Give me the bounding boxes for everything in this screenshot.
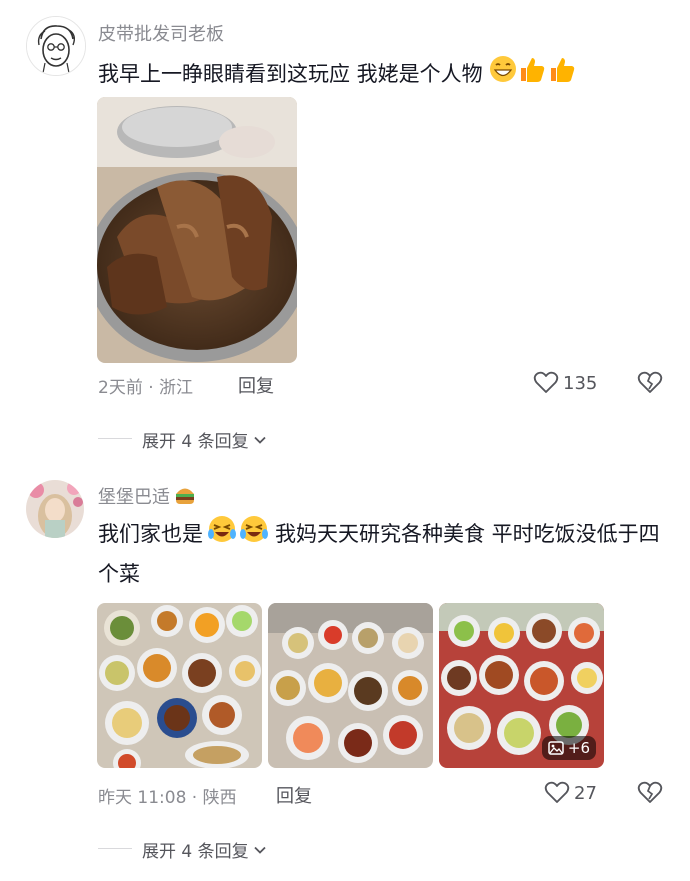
dislike-button[interactable] (637, 371, 663, 399)
comment-text-body: 我早上一睁眼睛看到这玩应 我姥是个人物 (98, 62, 483, 86)
like-count: 27 (574, 782, 597, 804)
heart-outline-icon (533, 371, 559, 393)
username[interactable]: 皮带批发司老板 (98, 20, 224, 46)
expand-replies-button[interactable]: 展开 4 条回复 (142, 837, 268, 862)
image-icon (548, 741, 564, 755)
like-button[interactable]: 27 (544, 781, 597, 805)
dislike-button[interactable] (637, 781, 663, 809)
like-button[interactable]: 135 (533, 371, 597, 395)
dishes-table-photo (268, 603, 433, 768)
more-images-badge[interactable]: +6 (541, 736, 596, 760)
grin-emoji-icon (489, 55, 517, 95)
timestamp-location: 昨天 11:08 · 陕西 (98, 788, 237, 808)
avatar[interactable] (26, 480, 84, 538)
timestamp-location: 2天前 · 浙江 (98, 378, 194, 398)
comment-text: 我们家也是 我妈天天研究各种美食 平时吃饭没低于四个菜 (98, 514, 668, 593)
comment-text-part1: 我们家也是 (98, 522, 203, 546)
like-count: 135 (563, 372, 598, 394)
braised-ribs-photo (97, 97, 297, 363)
thumbs-up-emoji-icon (517, 54, 547, 96)
username-text: 堡堡巴适 (98, 487, 170, 508)
girl-portrait-avatar-icon (26, 480, 84, 538)
comment-image[interactable] (268, 603, 433, 768)
cartoon-face-avatar-icon (27, 17, 85, 75)
username[interactable]: 堡堡巴适 (98, 483, 196, 509)
laughing-tears-emoji-icon (207, 514, 237, 556)
thumbs-up-emoji-icon (547, 54, 577, 96)
chevron-down-icon (253, 846, 266, 854)
laughing-tears-emoji-icon (239, 514, 269, 556)
expand-divider (98, 438, 132, 439)
more-images-count: +6 (567, 739, 590, 757)
expand-divider (98, 848, 132, 849)
comment-text: 我早上一睁眼睛看到这玩应 我姥是个人物 (98, 54, 668, 96)
reply-button[interactable]: 回复 (238, 372, 274, 398)
dishes-table-photo (97, 603, 262, 768)
comment-image[interactable] (97, 97, 297, 363)
reply-button[interactable]: 回复 (276, 782, 312, 808)
broken-heart-icon (637, 371, 663, 393)
broken-heart-icon (637, 781, 663, 803)
heart-outline-icon (544, 781, 570, 803)
expand-replies-button[interactable]: 展开 4 条回复 (142, 427, 268, 452)
chevron-down-icon (253, 436, 266, 444)
comment-image[interactable] (97, 603, 262, 768)
expand-replies-label: 展开 4 条回复 (142, 842, 249, 862)
comment-image[interactable]: +6 (439, 603, 604, 768)
expand-replies-label: 展开 4 条回复 (142, 432, 249, 452)
burger-emoji-icon (176, 488, 194, 504)
avatar[interactable] (26, 16, 86, 76)
